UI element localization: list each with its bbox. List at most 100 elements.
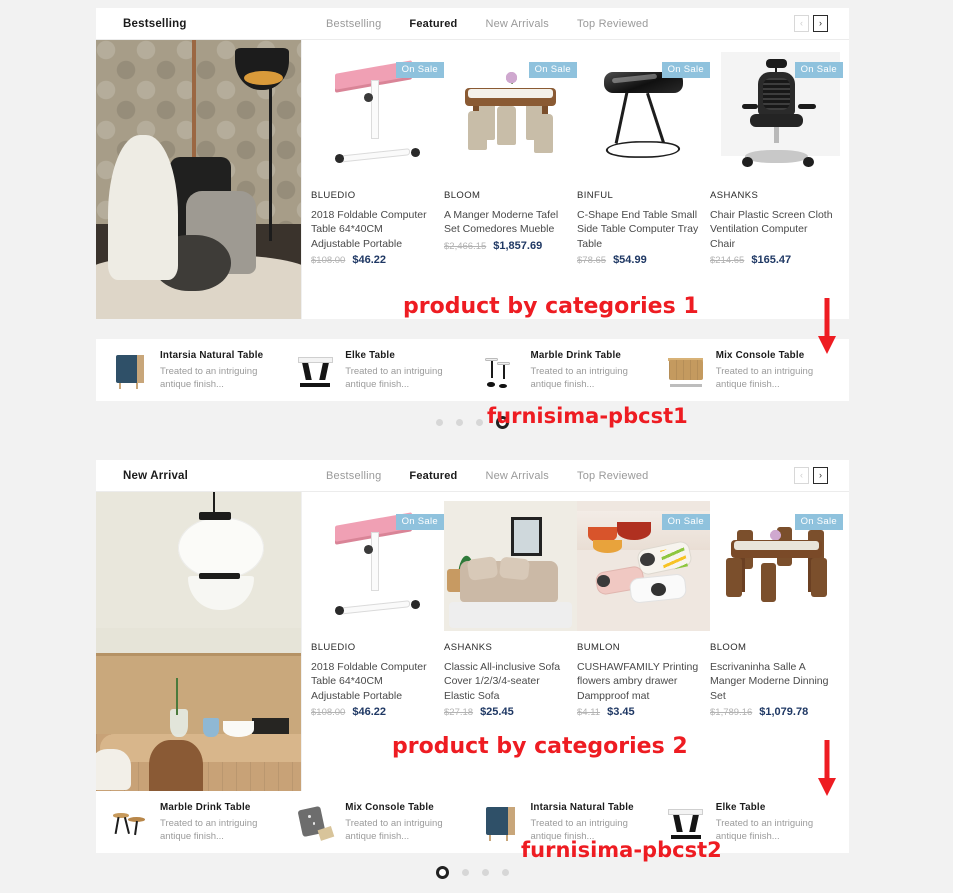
product-prices: $108.00 $46.22 xyxy=(311,706,434,718)
product-old-price: $4.11 xyxy=(577,706,601,718)
carousel-next-icon-new-arrival[interactable]: › xyxy=(813,467,828,484)
category-item[interactable]: Elke Table Treated to an intriguing anti… xyxy=(658,801,843,843)
product-new-price: $46.22 xyxy=(352,705,386,718)
category-name[interactable]: Intarsia Natural Table xyxy=(160,350,278,361)
product-new-price: $46.22 xyxy=(352,253,386,266)
product-image[interactable] xyxy=(444,501,577,631)
category-item[interactable]: Intarsia Natural Table Treated to an int… xyxy=(473,801,658,843)
category-name[interactable]: Elke Table xyxy=(716,802,834,813)
carousel-nav-bestselling: ‹ › xyxy=(794,15,841,32)
carousel-header-new-arrival: New Arrival Bestselling Featured New Arr… xyxy=(96,460,849,492)
category-desc: Treated to an intriguing antique finish.… xyxy=(160,818,258,842)
category-strip-2: Marble Drink Table Treated to an intrigu… xyxy=(96,791,849,853)
category-item[interactable]: Marble Drink Table Treated to an intrigu… xyxy=(102,801,287,843)
product-card[interactable]: On Sale ASHANKS Chair Plastic Screen Clo… xyxy=(710,49,843,319)
product-card[interactable]: On Sale BINFUL C-Shape End Table Small S… xyxy=(577,49,710,319)
tab-new-arrival-0[interactable]: Bestselling xyxy=(326,470,381,482)
tab-bestselling-0[interactable]: Bestselling xyxy=(326,18,381,30)
product-prices: $214.65 $165.47 xyxy=(710,254,833,266)
category-desc: Treated to an intriguing antique finish.… xyxy=(160,366,258,390)
annotation-arrow-2 xyxy=(818,740,836,796)
category-name[interactable]: Intarsia Natural Table xyxy=(531,802,649,813)
product-old-price: $214.65 xyxy=(710,254,745,266)
blue-cabinet-icon xyxy=(480,804,521,842)
product-old-price: $108.00 xyxy=(311,706,346,718)
product-name[interactable]: CUSHAWFAMILY Printing flowers ambry draw… xyxy=(577,660,700,703)
category-item[interactable]: Marble Drink Table Treated to an intrigu… xyxy=(473,349,658,391)
carousel-dot[interactable] xyxy=(476,419,483,426)
product-card[interactable]: On Sale BLOOM A Manger Moderne Tafel Set… xyxy=(444,49,577,319)
category-desc: Treated to an intriguing antique finish.… xyxy=(345,818,443,842)
product-image[interactable]: On Sale xyxy=(311,49,444,179)
product-card[interactable]: On Sale BLUEDIO 2018 Foldable Computer T… xyxy=(311,49,444,319)
elke-table-icon xyxy=(295,352,336,390)
category-name[interactable]: Elke Table xyxy=(345,350,463,361)
tab-new-arrival-3[interactable]: Top Reviewed xyxy=(577,470,649,482)
product-name[interactable]: Escrivaninha Salle A Manger Moderne Dinn… xyxy=(710,660,833,703)
category-item[interactable]: Mix Console Table Treated to an intrigui… xyxy=(287,801,472,843)
category-desc: Treated to an intriguing antique finish.… xyxy=(715,366,814,390)
carousel-dots-1 xyxy=(96,416,849,429)
product-name[interactable]: 2018 Foldable Computer Table 64*40CM Adj… xyxy=(311,208,434,251)
tab-bestselling-2[interactable]: New Arrivals xyxy=(485,18,549,30)
carousel-banner-living-room[interactable] xyxy=(96,40,301,319)
product-brand: ASHANKS xyxy=(444,642,493,653)
product-image[interactable]: On Sale xyxy=(710,501,843,631)
product-new-price: $1,857.69 xyxy=(493,239,543,252)
annotation-arrow-1 xyxy=(818,298,836,354)
carousel-title-new-arrival: New Arrival xyxy=(123,469,189,482)
carousel-dot[interactable] xyxy=(502,869,509,876)
product-brand: BLOOM xyxy=(444,190,481,201)
category-name[interactable]: Mix Console Table xyxy=(345,802,463,813)
on-sale-badge: On Sale xyxy=(395,514,444,530)
carousel-prev-icon-new-arrival[interactable]: ‹ xyxy=(794,467,809,484)
product-name[interactable]: 2018 Foldable Computer Table 64*40CM Adj… xyxy=(311,660,434,703)
product-brand: BLUEDIO xyxy=(311,642,356,653)
product-list-bestselling: On Sale BLUEDIO 2018 Foldable Computer T… xyxy=(301,40,849,319)
product-name[interactable]: C-Shape End Table Small Side Table Compu… xyxy=(577,208,700,251)
tab-bestselling-1[interactable]: Featured xyxy=(409,18,457,30)
product-image[interactable]: On Sale xyxy=(311,501,444,631)
carousel-dot[interactable] xyxy=(462,869,469,876)
tab-bestselling-3[interactable]: Top Reviewed xyxy=(577,18,649,30)
product-old-price: $2,466.15 xyxy=(444,240,487,252)
category-name[interactable]: Marble Drink Table xyxy=(160,802,278,813)
carousel-dot-active[interactable] xyxy=(436,866,449,879)
annotation-furnisima-pbcst1: furnisima-pbcst1 xyxy=(487,404,688,428)
tab-new-arrival-2[interactable]: New Arrivals xyxy=(485,470,549,482)
annotation-product-by-categories-2: product by categories 2 xyxy=(392,734,688,759)
carousel-tabs-bestselling: Bestselling Featured New Arrivals Top Re… xyxy=(326,18,794,30)
carousel-banner-japandi-dining[interactable] xyxy=(96,492,301,802)
carousel-dot[interactable] xyxy=(436,419,443,426)
product-image[interactable]: On Sale xyxy=(577,49,710,179)
on-sale-badge: On Sale xyxy=(794,514,843,530)
product-brand: ASHANKS xyxy=(710,190,759,201)
product-prices: $27.18 $25.45 xyxy=(444,706,567,718)
product-prices: $78.65 $54.99 xyxy=(577,254,700,266)
product-old-price: $1,789.16 xyxy=(710,706,753,718)
category-item[interactable]: Intarsia Natural Table Treated to an int… xyxy=(102,349,287,391)
tab-new-arrival-1[interactable]: Featured xyxy=(409,470,457,482)
product-new-price: $1,079.78 xyxy=(759,705,809,718)
product-name[interactable]: A Manger Moderne Tafel Set Comedores Mue… xyxy=(444,208,567,237)
category-name[interactable]: Marble Drink Table xyxy=(531,350,649,361)
product-image[interactable]: On Sale xyxy=(444,49,577,179)
carousel-dot[interactable] xyxy=(482,869,489,876)
carousel-dot[interactable] xyxy=(456,419,463,426)
product-brand: BLOOM xyxy=(710,642,747,653)
carousel-prev-icon-bestselling[interactable]: ‹ xyxy=(794,15,809,32)
category-item[interactable]: Elke Table Treated to an intriguing anti… xyxy=(287,349,472,391)
product-name[interactable]: Classic All-inclusive Sofa Cover 1/2/3/4… xyxy=(444,660,567,703)
product-new-price: $3.45 xyxy=(607,705,635,718)
product-image[interactable]: On Sale xyxy=(710,49,843,179)
on-sale-badge: On Sale xyxy=(661,62,710,78)
product-old-price: $78.65 xyxy=(577,254,607,266)
page-root: Bestselling Bestselling Featured New Arr… xyxy=(0,0,953,893)
mix-console-table-icon xyxy=(665,352,706,390)
product-image[interactable]: On Sale xyxy=(577,501,710,631)
carousel-next-icon-bestselling[interactable]: › xyxy=(813,15,828,32)
japandi-dining-lantern-image xyxy=(96,492,301,802)
product-brand: BUMLON xyxy=(577,642,621,653)
product-new-price: $165.47 xyxy=(751,253,792,266)
product-name[interactable]: Chair Plastic Screen Cloth Ventilation C… xyxy=(710,208,833,251)
